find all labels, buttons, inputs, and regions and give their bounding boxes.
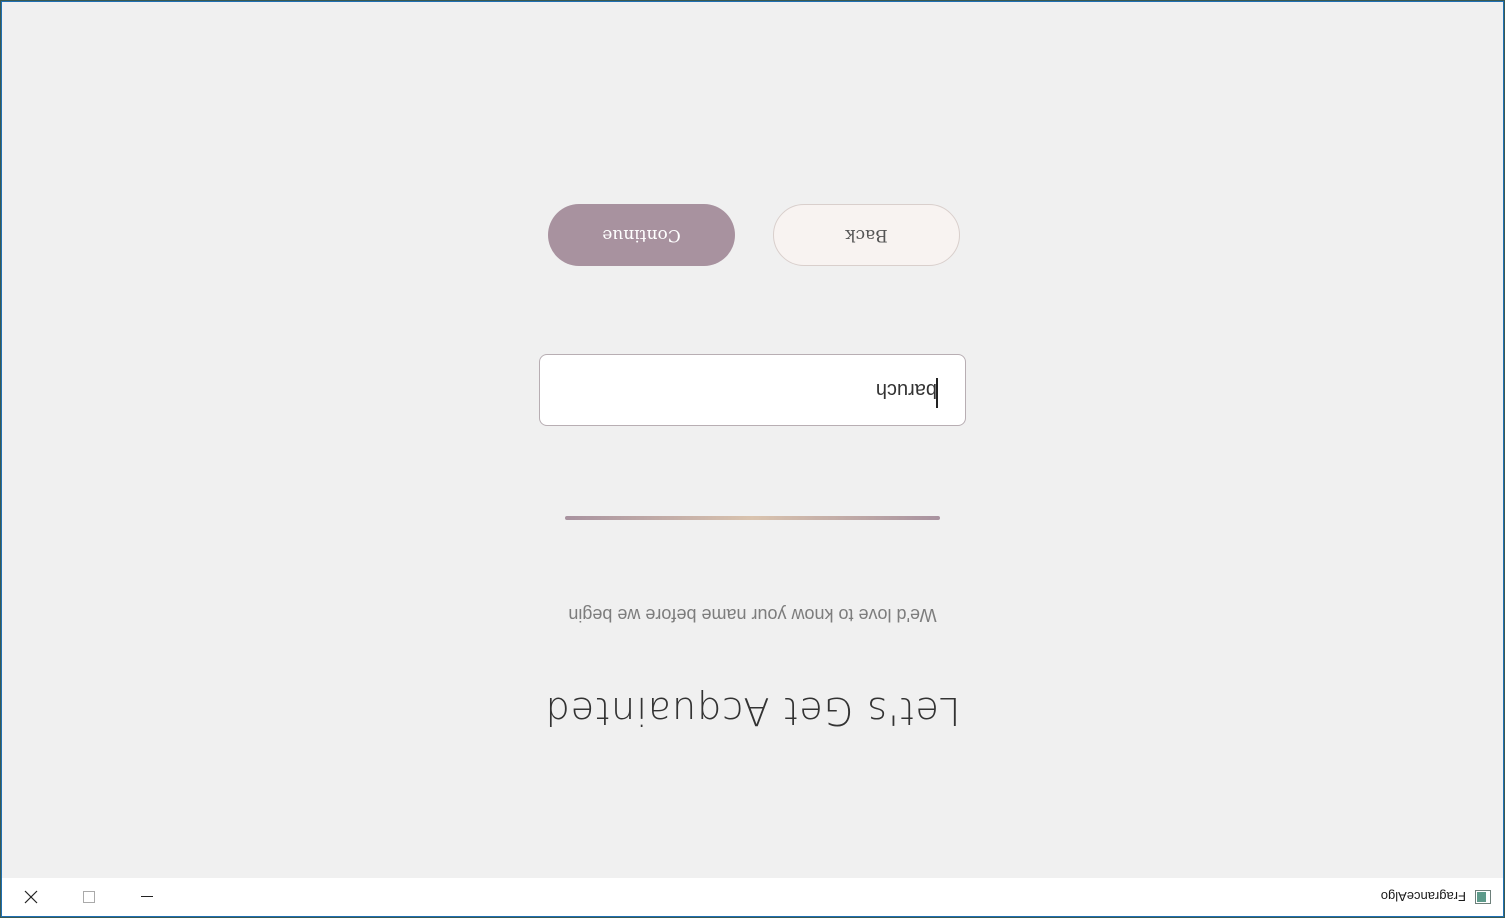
close-icon <box>24 890 38 904</box>
page-subtitle: We'd love to know your name before we be… <box>568 605 937 625</box>
title-bar[interactable]: FragranceAlgo <box>2 878 1503 916</box>
gradient-divider <box>565 516 940 520</box>
close-button[interactable] <box>2 878 60 916</box>
action-buttons: Back Continue <box>548 204 960 266</box>
minimize-icon <box>141 896 153 897</box>
text-caret <box>936 378 938 408</box>
window-controls <box>2 878 176 916</box>
minimize-button[interactable] <box>118 878 176 916</box>
continue-button[interactable]: Continue <box>548 204 735 266</box>
maximize-button[interactable] <box>60 878 118 916</box>
app-window-icon <box>1475 890 1491 904</box>
screen-rotated-180: FragranceAlgo Let's Get Acquainted We'd … <box>0 0 1505 918</box>
onboarding-panel: Let's Get Acquainted We'd love to know y… <box>2 2 1503 878</box>
page-title: Let's Get Acquainted <box>544 689 961 733</box>
back-button[interactable]: Back <box>773 204 960 266</box>
app-window: FragranceAlgo Let's Get Acquainted We'd … <box>2 2 1503 916</box>
window-title: FragranceAlgo <box>1380 889 1466 905</box>
name-input[interactable] <box>539 354 966 426</box>
maximize-icon <box>83 891 95 903</box>
